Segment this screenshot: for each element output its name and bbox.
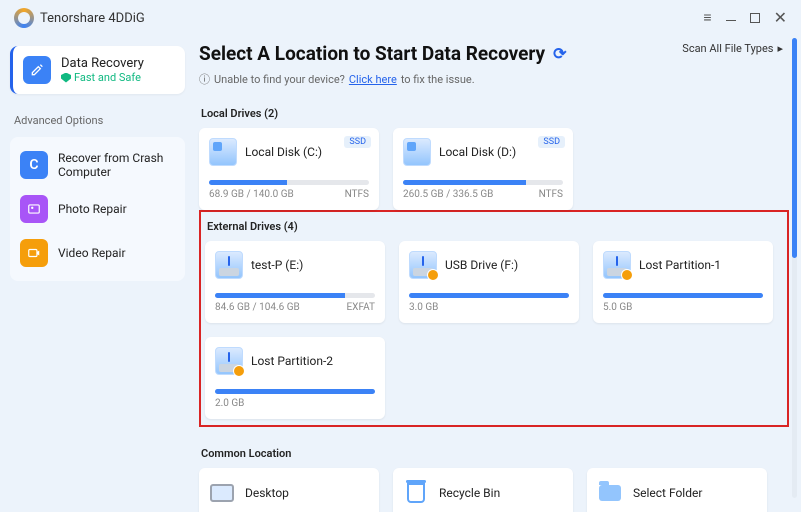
drive-name: Local Disk (C:) xyxy=(245,145,322,159)
video-icon xyxy=(20,239,48,267)
sidebar-primary-sub: Fast and Safe xyxy=(61,71,144,84)
brand: Tenorshare 4DDiG xyxy=(14,8,145,28)
brand-name: Tenorshare 4DDiG xyxy=(40,11,145,26)
desktop-icon xyxy=(209,480,235,506)
menu-icon[interactable]: ≡ xyxy=(703,11,711,25)
drive-fs: EXFAT xyxy=(346,302,375,313)
drive-card-ext-2[interactable]: Lost Partition-1 5.0 GB xyxy=(593,241,773,323)
drive-name: USB Drive (F:) xyxy=(445,258,518,272)
external-drives-label: External Drives (4) xyxy=(207,220,783,233)
location-desktop[interactable]: Desktop xyxy=(199,468,379,512)
sidebar-item-label: Recover from Crash Computer xyxy=(58,151,175,179)
question-icon: ⓘ xyxy=(199,71,210,87)
usb-icon xyxy=(215,251,243,279)
maximize-icon[interactable] xyxy=(750,13,760,23)
sidebar: Data Recovery Fast and Safe Advanced Opt… xyxy=(0,36,195,512)
hint-link[interactable]: Click here xyxy=(349,73,397,86)
hint-row: ⓘ Unable to find your device? Click here… xyxy=(199,71,567,87)
drive-card-local-d[interactable]: SSD Local Disk (D:) 260.5 GB / 336.5 GB N… xyxy=(393,128,573,210)
usb-icon xyxy=(409,251,437,279)
drive-size: 3.0 GB xyxy=(409,302,438,313)
disk-icon xyxy=(403,138,431,166)
sidebar-item-video-repair[interactable]: Video Repair xyxy=(12,231,183,275)
content-area: Select A Location to Start Data Recovery… xyxy=(195,36,801,512)
location-label: Select Folder xyxy=(633,486,702,500)
scrollbar-thumb[interactable] xyxy=(792,38,797,258)
warning-badge-icon xyxy=(427,269,439,281)
drive-size: 84.6 GB / 104.6 GB xyxy=(215,302,300,313)
drive-card-ext-3[interactable]: Lost Partition-2 2.0 GB xyxy=(205,337,385,419)
sidebar-primary-title: Data Recovery xyxy=(61,56,144,71)
drive-size: 5.0 GB xyxy=(603,302,632,313)
drive-card-ext-0[interactable]: test-P (E:) 84.6 GB / 104.6 GB EXFAT xyxy=(205,241,385,323)
recycle-bin-icon xyxy=(403,480,429,506)
drive-size: 2.0 GB xyxy=(215,398,244,409)
shield-icon xyxy=(61,73,71,83)
disk-icon xyxy=(209,138,237,166)
location-label: Desktop xyxy=(245,486,289,500)
titlebar: Tenorshare 4DDiG ≡ ✕ xyxy=(0,0,801,36)
page-title: Select A Location to Start Data Recovery… xyxy=(199,42,567,65)
drive-size: 68.9 GB / 140.0 GB xyxy=(209,189,294,200)
drive-fs: NTFS xyxy=(345,189,369,200)
brand-logo-icon xyxy=(14,8,34,28)
drive-fs: NTFS xyxy=(539,189,563,200)
folder-icon xyxy=(597,480,623,506)
drive-name: Lost Partition-1 xyxy=(639,258,721,272)
advanced-options-label: Advanced Options xyxy=(14,114,181,127)
sidebar-item-photo-repair[interactable]: Photo Repair xyxy=(12,187,183,231)
location-label: Recycle Bin xyxy=(439,486,500,500)
warning-badge-icon xyxy=(233,365,245,377)
drive-size: 260.5 GB / 336.5 GB xyxy=(403,189,493,200)
photo-icon xyxy=(20,195,48,223)
chevron-right-icon: ▸ xyxy=(777,42,783,55)
minimize-icon[interactable] xyxy=(726,20,736,21)
drive-name: Lost Partition-2 xyxy=(251,354,333,368)
external-drives-highlight: External Drives (4) test-P (E:) 84.6 GB … xyxy=(199,210,789,427)
sidebar-item-label: Video Repair xyxy=(58,246,126,260)
local-drives-label: Local Drives (2) xyxy=(201,107,801,120)
computer-c-icon: C xyxy=(20,151,48,179)
common-location-label: Common Location xyxy=(201,447,801,460)
drive-name: Local Disk (D:) xyxy=(439,145,516,159)
usb-icon xyxy=(215,347,243,375)
sidebar-item-recover-crash[interactable]: C Recover from Crash Computer xyxy=(12,143,183,187)
warning-badge-icon xyxy=(621,269,633,281)
drive-tag: SSD xyxy=(344,136,371,148)
refresh-icon[interactable]: ⟳ xyxy=(553,44,566,63)
advanced-options-group: C Recover from Crash Computer Photo Repa… xyxy=(10,137,185,281)
location-recycle-bin[interactable]: Recycle Bin xyxy=(393,468,573,512)
usb-icon xyxy=(603,251,631,279)
sidebar-item-label: Photo Repair xyxy=(58,202,127,216)
drive-name: test-P (E:) xyxy=(251,258,303,272)
tools-icon xyxy=(23,56,51,84)
scan-file-types-button[interactable]: Scan All File Types ▸ xyxy=(682,42,783,55)
drive-card-local-c[interactable]: SSD Local Disk (C:) 68.9 GB / 140.0 GB NT… xyxy=(199,128,379,210)
location-select-folder[interactable]: Select Folder xyxy=(587,468,767,512)
drive-card-ext-1[interactable]: USB Drive (F:) 3.0 GB xyxy=(399,241,579,323)
close-icon[interactable]: ✕ xyxy=(774,10,787,26)
sidebar-item-data-recovery[interactable]: Data Recovery Fast and Safe xyxy=(10,46,185,94)
window-controls: ≡ ✕ xyxy=(703,10,787,26)
drive-tag: SSD xyxy=(538,136,565,148)
